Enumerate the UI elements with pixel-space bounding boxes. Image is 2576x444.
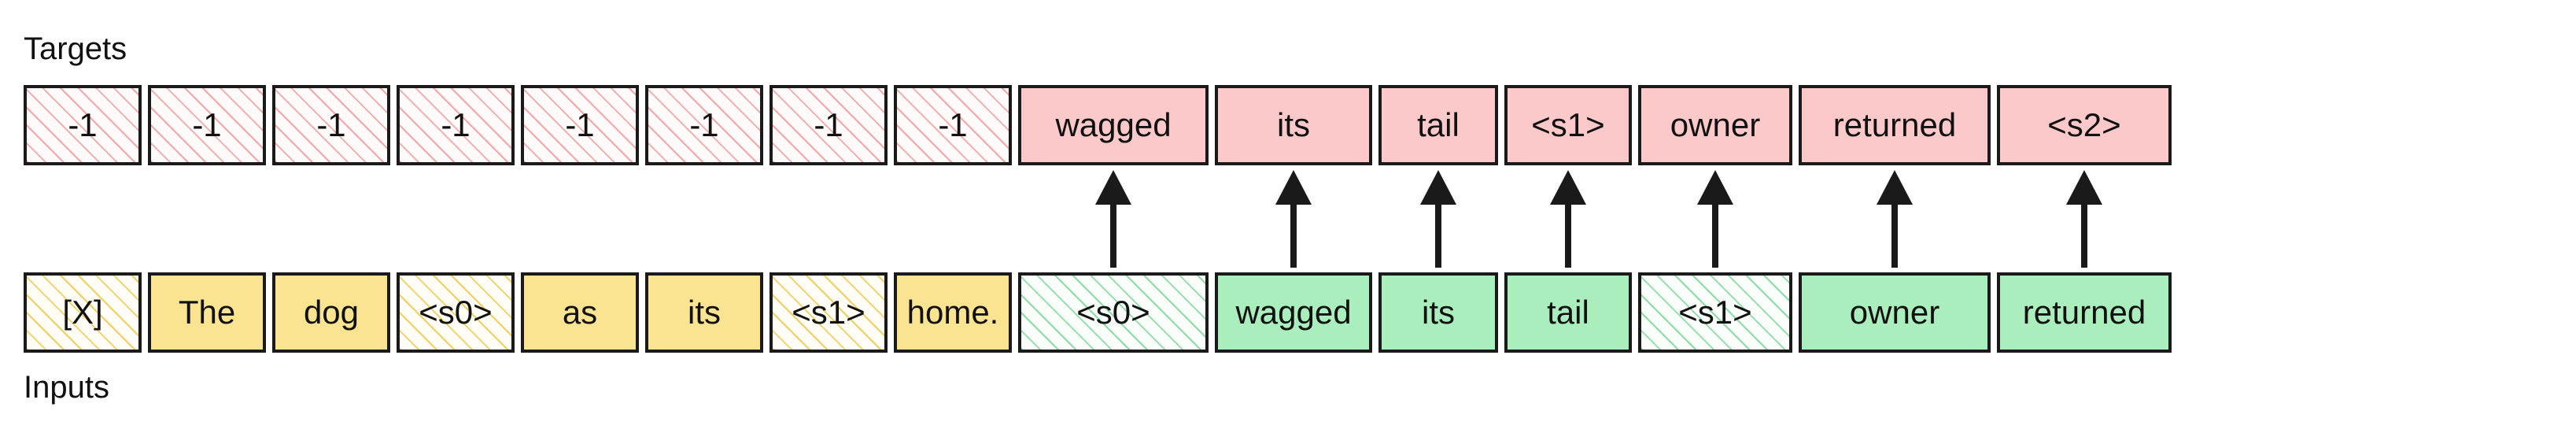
target-token-cell: wagged [1018, 85, 1209, 165]
up-arrow-icon [1550, 170, 1586, 268]
input-token-label: <s0> [1076, 294, 1150, 331]
target-token-cell: -1 [24, 85, 142, 165]
up-arrow-icon [1877, 170, 1913, 268]
up-arrow-icon [1420, 170, 1456, 268]
target-token-label: its [1277, 106, 1310, 143]
up-arrow-icon [1697, 170, 1733, 268]
target-token-label: <s1> [1531, 106, 1605, 143]
sequence-diagram: Targets -1 -1 -1 -1 -1 -1 -1 -1 wagged its tail <s1… [0, 0, 2576, 444]
input-token-label: owner [1849, 294, 1940, 331]
input-token-label: returned [2022, 294, 2146, 331]
input-token-cell: [X] [24, 272, 142, 353]
input-token-cell: its [1378, 272, 1498, 353]
target-token-cell: -1 [148, 85, 266, 165]
input-token-label: <s1> [792, 294, 865, 331]
target-token-label: -1 [316, 106, 346, 143]
arrow-layer [1095, 170, 2102, 268]
targets-row-label: Targets [24, 31, 127, 66]
target-token-label: <s2> [2047, 106, 2121, 143]
target-token-cell: <s1> [1504, 85, 1632, 165]
input-token-label: its [1422, 294, 1455, 331]
target-token-label: -1 [192, 106, 222, 143]
input-token-cell: <s1> [769, 272, 888, 353]
input-token-label: <s1> [1678, 294, 1752, 331]
up-arrow-icon [2066, 170, 2102, 268]
target-token-label: tail [1417, 106, 1460, 143]
target-token-label: -1 [689, 106, 719, 143]
target-token-label: -1 [814, 106, 843, 143]
target-token-label: -1 [441, 106, 471, 143]
target-token-cell: -1 [521, 85, 639, 165]
input-token-label: wagged [1235, 294, 1352, 331]
input-token-cell: owner [1799, 272, 1991, 353]
target-token-cell: -1 [272, 85, 390, 165]
inputs-row: [X] The dog <s0> as its <s1> home. <s0> wagged its… [24, 272, 2172, 353]
input-token-cell: returned [1997, 272, 2172, 353]
inputs-row-label: Inputs [24, 370, 109, 405]
input-token-cell: home. [894, 272, 1012, 353]
target-token-cell: -1 [645, 85, 763, 165]
up-arrow-icon [1275, 170, 1312, 268]
target-token-cell: -1 [894, 85, 1012, 165]
input-token-label: The [178, 294, 236, 331]
input-token-label: <s0> [419, 294, 493, 331]
input-token-label: its [688, 294, 721, 331]
input-token-label: [X] [62, 294, 103, 331]
input-token-label: home. [906, 294, 999, 331]
target-token-label: wagged [1055, 106, 1172, 143]
input-token-cell: dog [272, 272, 390, 353]
target-token-label: owner [1670, 106, 1761, 143]
input-token-cell: as [521, 272, 639, 353]
input-token-cell: <s0> [397, 272, 515, 353]
target-token-label: returned [1832, 106, 1957, 143]
input-token-cell: wagged [1215, 272, 1372, 353]
target-token-cell: returned [1799, 85, 1991, 165]
input-token-cell: its [645, 272, 763, 353]
up-arrow-icon [1095, 170, 1131, 268]
target-token-cell: -1 [769, 85, 888, 165]
input-token-label: as [562, 294, 598, 331]
target-token-label: -1 [938, 106, 968, 143]
targets-row: -1 -1 -1 -1 -1 -1 -1 -1 wagged its tail <s1> owner re… [24, 85, 2172, 165]
input-token-label: dog [303, 294, 360, 331]
target-token-label: -1 [68, 106, 98, 143]
target-token-cell: owner [1638, 85, 1792, 165]
input-token-cell: <s1> [1638, 272, 1792, 353]
target-token-label: -1 [565, 106, 595, 143]
target-token-cell: its [1215, 85, 1372, 165]
target-token-cell: -1 [397, 85, 515, 165]
target-token-cell: <s2> [1997, 85, 2172, 165]
input-token-cell: tail [1504, 272, 1632, 353]
input-token-cell: <s0> [1018, 272, 1209, 353]
input-token-label: tail [1547, 294, 1589, 331]
input-token-cell: The [148, 272, 266, 353]
target-token-cell: tail [1378, 85, 1498, 165]
